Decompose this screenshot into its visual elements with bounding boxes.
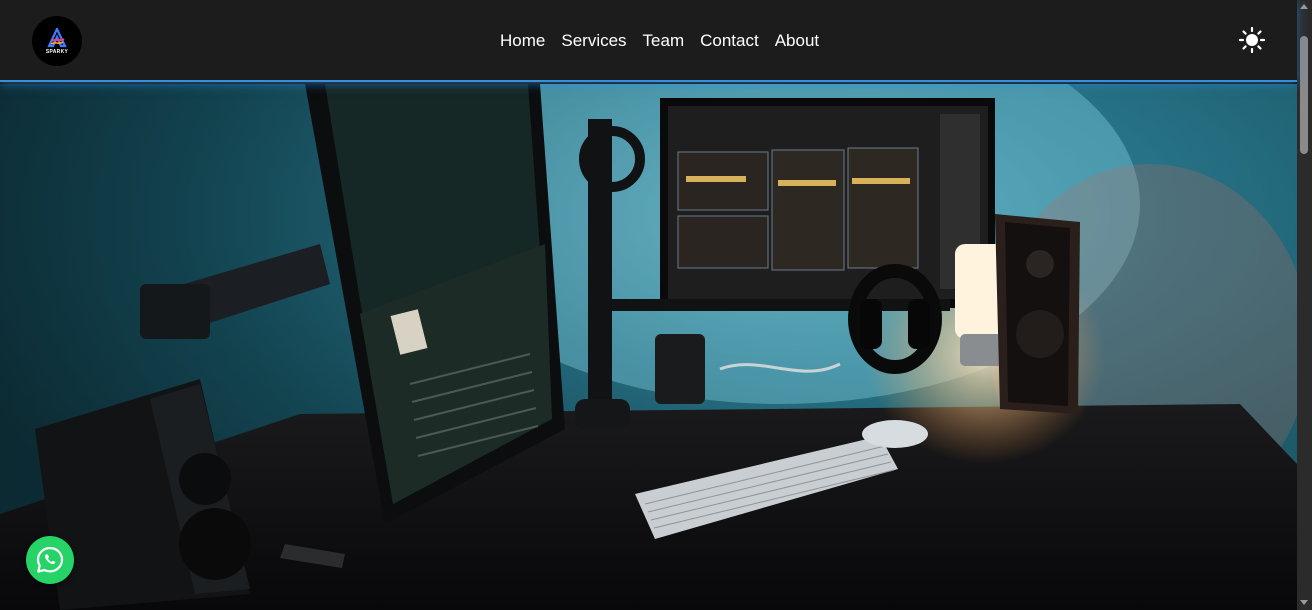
main-nav: Home Services Team Contact About	[500, 30, 819, 52]
scroll-thumb[interactable]	[1300, 36, 1308, 154]
whatsapp-icon	[36, 546, 64, 573]
page-scrollbar[interactable]	[1297, 0, 1312, 610]
sun-icon	[1238, 26, 1266, 54]
logo-text: SPARKY	[45, 48, 69, 55]
nav-home[interactable]: Home	[500, 30, 545, 52]
nav-team[interactable]: Team	[643, 30, 685, 52]
theme-toggle-button[interactable]	[1238, 26, 1266, 54]
navbar: SPARKY Home Services Team Contact About	[0, 0, 1297, 82]
scroll-down-arrow-icon[interactable]	[1300, 600, 1308, 605]
logo-mark-icon	[47, 27, 67, 47]
nav-contact[interactable]: Contact	[700, 30, 759, 52]
brand-logo[interactable]: SPARKY	[32, 16, 82, 66]
scroll-up-arrow-icon[interactable]	[1300, 4, 1308, 9]
hero-image	[0, 84, 1297, 610]
nav-services[interactable]: Services	[561, 30, 626, 52]
whatsapp-chat-button[interactable]	[26, 536, 74, 584]
nav-about[interactable]: About	[775, 30, 819, 52]
desk-setup-illustration	[0, 84, 1297, 610]
